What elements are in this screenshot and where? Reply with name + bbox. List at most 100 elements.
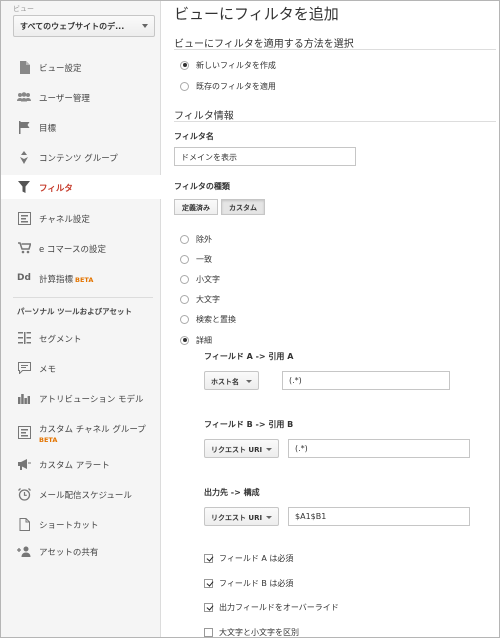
users-icon [17,90,31,104]
output-input[interactable]: $A1$B1 [288,507,470,526]
filter-type-label: フィルタの種類 [174,182,230,191]
sidebar-item-label: 目標 [39,124,57,134]
radio-lowercase[interactable]: 小文字 [180,273,220,285]
chevron-down-icon [246,380,252,383]
field-a-select-value: ホスト名 [211,378,239,386]
sidebar-item-filters[interactable]: フィルタ [1,175,170,199]
chevron-down-icon [142,24,148,28]
sidebar-item-ecommerce-settings[interactable]: e コマースの設定 [1,236,161,260]
checkbox-field-a-required[interactable]: フィールド A は必須 [204,552,293,564]
sidebar-item-label: チャネル設定 [39,215,90,225]
radio-uppercase[interactable]: 大文字 [180,293,220,305]
sidebar-item-custom-channel-groups[interactable]: カスタム チャネル グループ BETA [1,416,161,448]
sidebar-item-attribution-models[interactable]: アトリビューション モデル [1,386,161,410]
checkbox-case-sensitive[interactable]: 大文字と小文字を区別 [204,626,299,638]
sidebar-item-view-settings[interactable]: ビュー設定 [1,55,161,79]
radio-advanced[interactable]: 詳細 [180,334,212,346]
sidebar-divider [13,297,153,298]
radio-label: 検索と置換 [196,314,236,324]
beta-badge: BETA [75,276,94,284]
field-a-input[interactable]: (.*) [282,371,450,390]
filter-name-label: フィルタ名 [174,132,214,141]
chevron-down-icon [266,516,272,519]
checkbox[interactable] [204,578,213,588]
sidebar-item-label: e コマースの設定 [39,245,107,255]
radio-apply-existing-filter[interactable]: 既存のフィルタを適用 [180,80,276,92]
sidebar-item-label: 計算指標 [39,275,74,285]
radio-button[interactable] [180,294,189,304]
sidebar-item-calculated-metrics[interactable]: Dd 計算指標 BETA [1,266,161,290]
channel-settings-icon [17,211,31,225]
sidebar-item-goals[interactable]: 目標 [1,115,161,139]
page-title: ビューにフィルタを追加 [174,5,339,23]
bar-chart-icon [17,391,31,405]
segments-icon [17,331,31,345]
radio-label: 除外 [196,234,212,244]
field-b-select[interactable]: リクエスト URI [204,439,279,458]
megaphone-icon [17,457,31,471]
view-label: ビュー [13,5,34,13]
sidebar-item-channel-settings[interactable]: チャネル設定 [1,206,161,230]
sidebar-item-label: ショートカット [39,521,99,531]
sidebar-item-label: アセットの共有 [39,548,99,558]
sidebar-item-asset-sharing[interactable]: アセットの共有 [1,539,161,563]
radio-button[interactable] [180,335,189,345]
field-b-input[interactable]: (.*) [288,439,470,458]
output-select[interactable]: リクエスト URI [204,507,279,526]
radio-button[interactable] [180,60,189,70]
radio-button[interactable] [180,314,189,324]
radio-label: 既存のフィルタを適用 [196,81,276,91]
filter-name-input[interactable]: ドメインを表示 [174,147,356,166]
sidebar-section-heading: パーソナル ツールおよびアセット [17,307,132,316]
radio-button[interactable] [180,274,189,284]
sidebar-item-shortcuts[interactable]: ショートカット [1,512,161,536]
radio-button[interactable] [180,254,189,264]
document-icon [17,60,31,74]
radio-label: 一致 [196,254,212,264]
chevron-down-icon [266,448,272,451]
sidebar: ビュー すべてのウェブサイトのデ... ビュー設定 ユーザー管理 目標 コンテン… [1,1,170,637]
view-select[interactable]: すべてのウェブサイトのデ... [13,15,155,37]
radio-label: 新しいフィルタを作成 [196,60,276,70]
checkbox[interactable] [204,627,213,637]
checkbox-label: 出力フィールドをオーバーライド [219,602,339,612]
field-a-select[interactable]: ホスト名 [204,371,259,390]
checkbox[interactable] [204,553,213,563]
tab-predefined[interactable]: 定義済み [174,199,218,215]
sidebar-item-label: セグメント [39,335,82,345]
sidebar-item-annotations[interactable]: メモ [1,356,161,380]
beta-badge: BETA [39,436,58,444]
checkbox-override-output[interactable]: 出力フィールドをオーバーライド [204,601,339,613]
field-a-label: フィールド A -> 引用 A [204,352,294,361]
radio-button[interactable] [180,81,189,91]
radio-include[interactable]: 一致 [180,253,212,265]
radio-create-new-filter[interactable]: 新しいフィルタを作成 [180,59,276,71]
radio-label: 大文字 [196,294,220,304]
checkbox[interactable] [204,602,213,612]
output-label: 出力先 -> 構成 [204,488,260,497]
sidebar-item-label: メモ [39,365,57,375]
checkbox-label: フィールド A は必須 [219,553,294,563]
sidebar-item-scheduled-emails[interactable]: メール配信スケジュール [1,482,161,506]
checkbox-label: 大文字と小文字を区別 [219,627,299,637]
sidebar-item-label: ビュー設定 [39,64,82,74]
output-select-value: リクエスト URI [211,514,263,522]
radio-exclude[interactable]: 除外 [180,233,212,245]
radio-search-replace[interactable]: 検索と置換 [180,313,236,325]
tab-custom[interactable]: カスタム [221,199,265,215]
sidebar-item-label: コンテンツ グループ [39,154,118,164]
checkbox-label: フィールド B は必須 [219,578,294,588]
sidebar-item-custom-alerts[interactable]: カスタム アラート [1,452,161,476]
main-panel: ビューにフィルタを追加 ビューにフィルタを適用する方法を選択 新しいフィルタを作… [162,1,498,637]
sidebar-item-label: メール配信スケジュール [39,491,132,501]
comment-icon [17,361,31,375]
sidebar-item-segments[interactable]: セグメント [1,326,161,350]
section-divider [174,121,496,122]
sidebar-item-content-grouping[interactable]: コンテンツ グループ [1,145,161,169]
sidebar-item-label: カスタム チャネル グループ [39,425,146,435]
checkbox-field-b-required[interactable]: フィールド B は必須 [204,577,293,589]
radio-button[interactable] [180,234,189,244]
sidebar-item-user-management[interactable]: ユーザー管理 [1,85,161,109]
sidebar-item-label: カスタム アラート [39,461,110,471]
filter-info-heading: フィルタ情報 [174,111,234,122]
